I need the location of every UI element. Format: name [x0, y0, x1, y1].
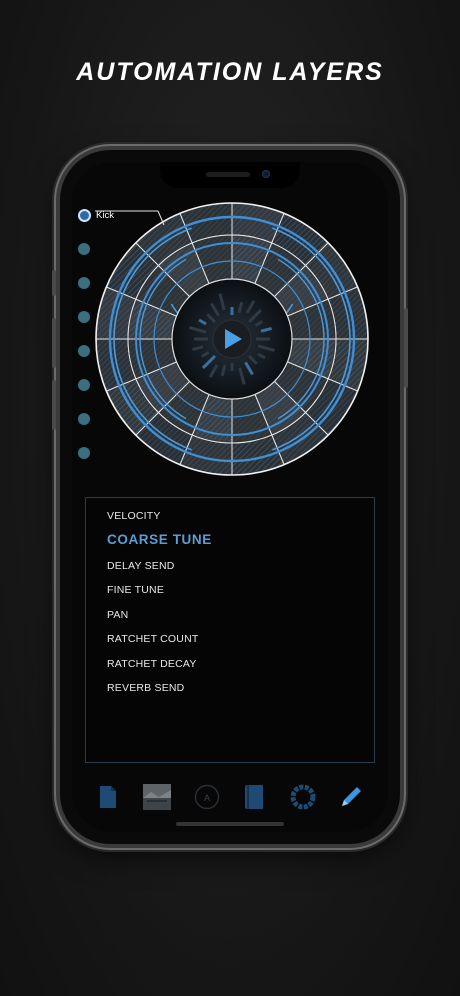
file-icon[interactable]: [94, 782, 122, 812]
parameter-item[interactable]: RATCHET COUNT: [107, 633, 198, 645]
phone-frame: Kick VELOCITY COARSE TUNE DELAY SEND FIN…: [52, 150, 408, 844]
parameter-item[interactable]: PAN: [107, 609, 128, 621]
track-item[interactable]: [78, 410, 90, 428]
pencil-icon[interactable]: [337, 782, 365, 812]
earpiece-speaker: [206, 172, 250, 177]
parameter-item[interactable]: FINE TUNE: [107, 584, 164, 596]
bottom-toolbar: A: [72, 774, 388, 824]
parameter-item[interactable]: DELAY SEND: [107, 560, 175, 572]
track-item[interactable]: [78, 240, 90, 258]
track-item[interactable]: [78, 308, 90, 326]
parameter-item[interactable]: REVERB SEND: [107, 682, 184, 694]
mute-switch: [52, 270, 56, 296]
track-item[interactable]: [78, 274, 90, 292]
ring-icon[interactable]: [289, 782, 317, 812]
svg-text:A: A: [204, 793, 210, 803]
volume-down-button: [52, 380, 56, 430]
track-dot: [78, 311, 90, 323]
notch: [160, 162, 300, 188]
parameter-list-panel: VELOCITY COARSE TUNE DELAY SEND FINE TUNE PA…: [85, 497, 375, 763]
sequencer-wheel[interactable]: [92, 199, 372, 479]
volume-up-button: [52, 318, 56, 368]
image-thumbnail[interactable]: [142, 782, 172, 812]
track-dot: [78, 379, 90, 391]
power-button: [404, 308, 408, 388]
parameter-item[interactable]: RATCHET DECAY: [107, 658, 197, 670]
track-dot: [78, 413, 90, 425]
track-dot: [78, 208, 91, 222]
track-dot: [78, 277, 90, 289]
parameter-item[interactable]: COARSE TUNE: [107, 532, 212, 547]
home-indicator: [176, 822, 284, 826]
track-item[interactable]: [78, 342, 90, 360]
front-camera: [262, 170, 270, 178]
track-item[interactable]: [78, 376, 90, 394]
book-icon[interactable]: [241, 782, 269, 812]
app-screen: Kick VELOCITY COARSE TUNE DELAY SEND FIN…: [72, 162, 388, 832]
track-dot: [78, 243, 90, 255]
track-dot: [78, 447, 90, 459]
track-dot: [78, 345, 90, 357]
track-item[interactable]: [78, 444, 90, 462]
parameter-item[interactable]: VELOCITY: [107, 510, 161, 522]
a-circle-icon[interactable]: A: [193, 782, 221, 812]
headline: AUTOMATION LAYERS: [76, 58, 384, 86]
